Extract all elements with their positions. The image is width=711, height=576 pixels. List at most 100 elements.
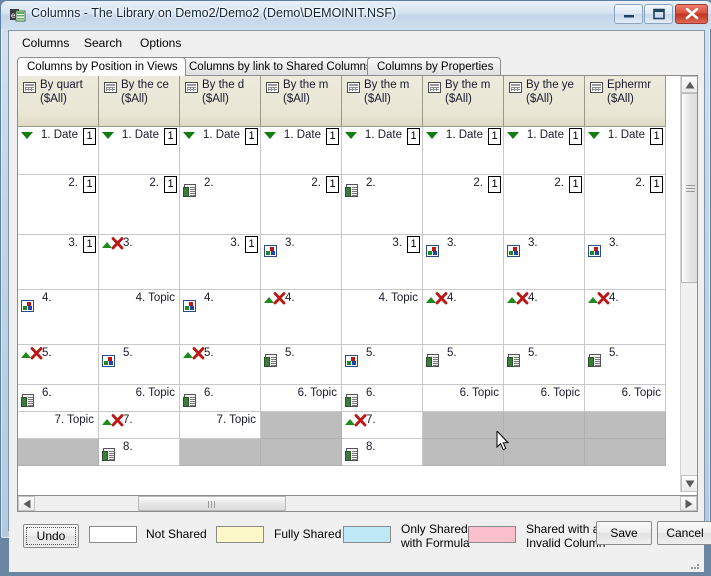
- grid-cell[interactable]: 6.: [342, 385, 423, 412]
- columns-grid[interactable]: By quart ($All) By the ce ($All) By the d ($A…: [17, 75, 698, 509]
- grid-cell[interactable]: 1. Date 1: [585, 127, 666, 175]
- grid-cell[interactable]: [261, 412, 342, 439]
- grid-column-header[interactable]: By the m ($All): [423, 76, 504, 127]
- grid-cell[interactable]: 1. Date 1: [504, 127, 585, 175]
- grid-cell[interactable]: 5.: [180, 345, 261, 385]
- grid-cell[interactable]: 2. 1: [423, 175, 504, 235]
- grid-cell[interactable]: 7.: [99, 412, 180, 439]
- cell-text: 1. Date: [202, 129, 240, 141]
- grid-cell[interactable]: [18, 439, 99, 466]
- grid-cell[interactable]: [423, 412, 504, 439]
- horizontal-scroll-thumb[interactable]: [138, 496, 286, 511]
- grid-cell[interactable]: 2. 1: [18, 175, 99, 235]
- grid-cell[interactable]: 5.: [261, 345, 342, 385]
- grid-cell[interactable]: 4. Topic: [99, 290, 180, 345]
- grid-cell[interactable]: 7. Topic: [180, 412, 261, 439]
- menu-options[interactable]: Options: [135, 35, 186, 51]
- grid-cell[interactable]: 7.: [342, 412, 423, 439]
- grid-cell[interactable]: 1. Date 1: [423, 127, 504, 175]
- grid-cell[interactable]: 3.: [99, 235, 180, 290]
- scroll-right-button[interactable]: [680, 496, 697, 511]
- grid-cell[interactable]: [585, 412, 666, 439]
- grid-cell[interactable]: 5.: [18, 345, 99, 385]
- grid-cell[interactable]: 4.: [180, 290, 261, 345]
- grid-cell[interactable]: 2. 1: [261, 175, 342, 235]
- cell-text: 2.: [635, 177, 645, 189]
- grid-cell[interactable]: 4.: [585, 290, 666, 345]
- menu-search[interactable]: Search: [79, 35, 127, 51]
- grid-cell[interactable]: 8.: [99, 439, 180, 466]
- grid-cell[interactable]: 4. Topic: [342, 290, 423, 345]
- grid-cell[interactable]: 4.: [261, 290, 342, 345]
- legend-swatch-shared-invalid: [468, 526, 516, 543]
- grid-cell[interactable]: 1. Date 1: [180, 127, 261, 175]
- grid-cell[interactable]: 4.: [504, 290, 585, 345]
- grid-cell[interactable]: 1. Date 1: [261, 127, 342, 175]
- grid-cell[interactable]: 2.: [342, 175, 423, 235]
- grid-cell[interactable]: 8.: [342, 439, 423, 466]
- grid-column-header[interactable]: By the ce ($All): [99, 76, 180, 127]
- grid-column-header[interactable]: By quart ($All): [18, 76, 99, 127]
- grid-cell[interactable]: 3. 1: [180, 235, 261, 290]
- tab-columns-by-properties[interactable]: Columns by Properties: [367, 57, 502, 76]
- horizontal-scrollbar[interactable]: [17, 495, 698, 512]
- undo-button[interactable]: Undo: [23, 524, 79, 548]
- grid-cell[interactable]: 5.: [99, 345, 180, 385]
- grid-cell[interactable]: 5.: [504, 345, 585, 385]
- grid-cell[interactable]: 6. Topic: [423, 385, 504, 412]
- grid-cell[interactable]: 4.: [423, 290, 504, 345]
- grid-column-header[interactable]: By the m ($All): [342, 76, 423, 127]
- grid-column-header[interactable]: By the m ($All): [261, 76, 342, 127]
- grid-cell[interactable]: 3. 1: [342, 235, 423, 290]
- grid-cell[interactable]: 3. 1: [18, 235, 99, 290]
- menu-columns[interactable]: Columns: [17, 35, 74, 51]
- tab-columns-by-position[interactable]: Columns by Position in Views: [17, 57, 186, 76]
- grid-cell[interactable]: 3.: [504, 235, 585, 290]
- grid-cell[interactable]: 2.: [180, 175, 261, 235]
- grid-cell[interactable]: 5.: [585, 345, 666, 385]
- grid-cell[interactable]: 6. Topic: [585, 385, 666, 412]
- scroll-down-button[interactable]: [681, 475, 697, 492]
- scroll-up-button[interactable]: [681, 76, 697, 93]
- grid-cell[interactable]: 6.: [180, 385, 261, 412]
- grid-cell[interactable]: [504, 439, 585, 466]
- grid-column-header[interactable]: By the d ($All): [180, 76, 261, 127]
- grid-cell[interactable]: [180, 439, 261, 466]
- grid-cell[interactable]: 5.: [423, 345, 504, 385]
- maximize-button[interactable]: [644, 4, 673, 24]
- grid-cell[interactable]: 1. Date 1: [342, 127, 423, 175]
- grid-cell[interactable]: 4.: [18, 290, 99, 345]
- grid-cell[interactable]: 3.: [585, 235, 666, 290]
- grid-cell[interactable]: 2. 1: [99, 175, 180, 235]
- grid-cell[interactable]: 2. 1: [585, 175, 666, 235]
- grid-cell[interactable]: 6. Topic: [261, 385, 342, 412]
- grid-cell[interactable]: 1. Date 1: [99, 127, 180, 175]
- grid-cell[interactable]: 6.: [18, 385, 99, 412]
- resize-grip[interactable]: [689, 558, 701, 570]
- minimize-button[interactable]: [614, 4, 643, 24]
- grid-cell[interactable]: 3.: [423, 235, 504, 290]
- grid-cell[interactable]: [261, 439, 342, 466]
- grid-cell[interactable]: [423, 439, 504, 466]
- title-bar[interactable]: e Columns - The Library on Demo2/Demo2 (…: [1, 1, 711, 29]
- scroll-left-button[interactable]: [18, 496, 35, 511]
- grid-cell[interactable]: 1. Date 1: [18, 127, 99, 175]
- column-header-scope: ($All): [364, 93, 391, 105]
- tab-columns-by-link[interactable]: Columns by link to Shared Columns: [179, 57, 380, 76]
- grid-column-header[interactable]: By the ye ($All): [504, 76, 585, 127]
- grid-cell[interactable]: 6. Topic: [99, 385, 180, 412]
- grid-cell[interactable]: [585, 439, 666, 466]
- grid-cell[interactable]: 6. Topic: [504, 385, 585, 412]
- grid-cell[interactable]: 2. 1: [504, 175, 585, 235]
- save-button[interactable]: Save: [596, 521, 652, 545]
- grid-cell[interactable]: 7. Topic: [18, 412, 99, 439]
- grid-cell[interactable]: 3.: [261, 235, 342, 290]
- cell-text: 2.: [473, 177, 483, 189]
- cancel-button[interactable]: Cancel: [657, 521, 711, 545]
- vertical-scroll-thumb[interactable]: [681, 93, 697, 283]
- grid-cell[interactable]: [504, 412, 585, 439]
- grid-cell[interactable]: 5.: [342, 345, 423, 385]
- vertical-scrollbar[interactable]: [680, 76, 697, 492]
- close-button[interactable]: [675, 4, 708, 24]
- grid-column-header[interactable]: Ephermr ($All): [585, 76, 666, 127]
